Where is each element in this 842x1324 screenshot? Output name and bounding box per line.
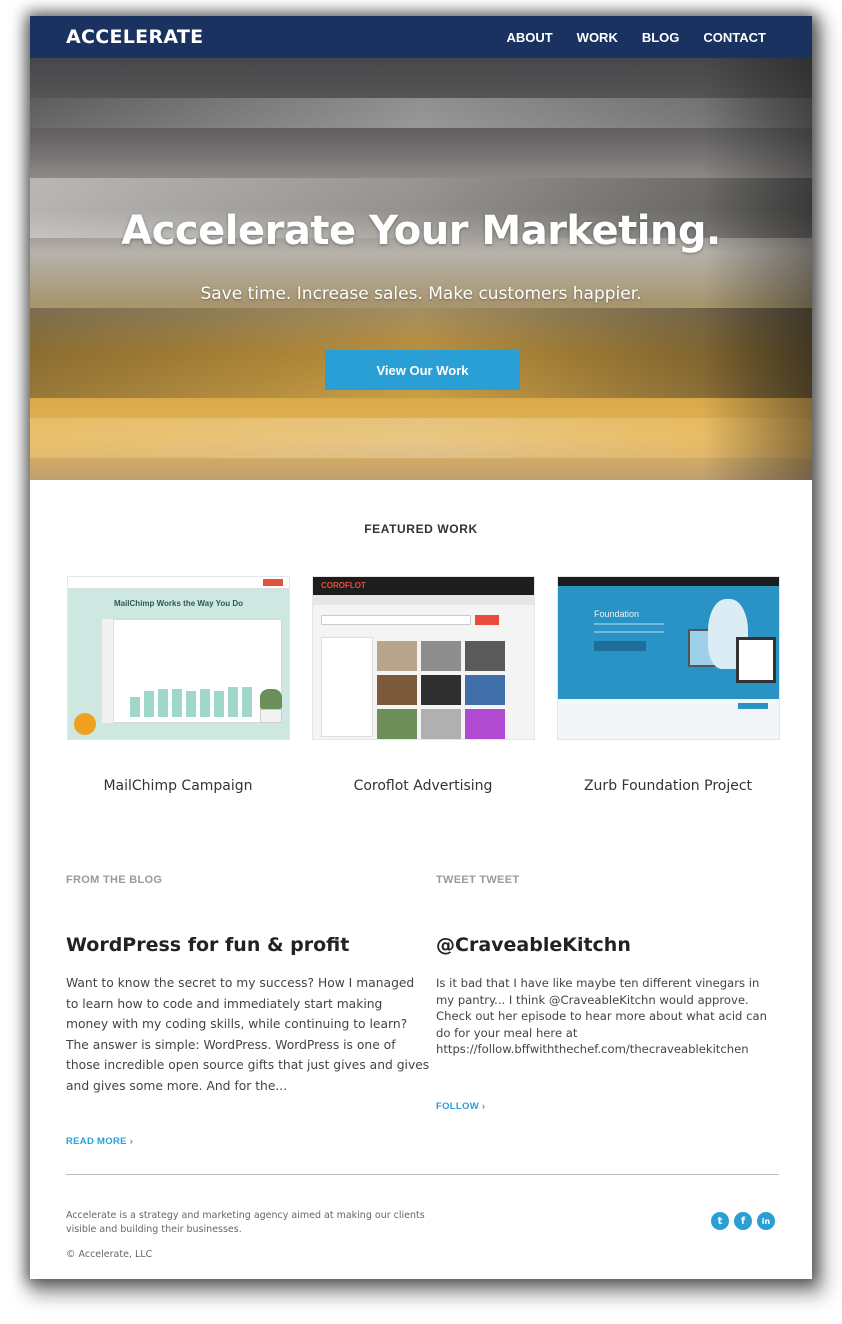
twitter-icon[interactable]: t [711,1212,729,1230]
orange-fruit-image [74,713,96,735]
mock-chart-bar [130,697,140,717]
mock-search-box [321,615,471,625]
coroflot-screenshot[interactable]: COROFLOT [312,576,535,740]
mock-button [594,641,646,651]
nav-about-link[interactable]: ABOUT [506,30,552,45]
work-label-mailchimp[interactable]: MailChimp Campaign [48,778,308,794]
plant-image [260,689,282,709]
mock-search-button [475,615,499,625]
portfolio-thumbnail [421,641,461,671]
nav-work-link[interactable]: WORK [577,30,618,45]
blog-section-label: FROM THE BLOG [66,874,163,886]
hero-banner: Accelerate Your Marketing. Save time. In… [30,58,812,480]
mock-sidebar [102,619,114,723]
tweet-text-line: my pantry... I think @CraveableKitchn wo… [436,992,749,1007]
portfolio-thumbnail [377,641,417,671]
portfolio-thumbnail [465,641,505,671]
footer-divider [66,1174,779,1175]
zurb-foundation-screenshot[interactable]: Foundation [557,576,780,740]
blog-post-title[interactable]: WordPress for fun & profit [66,934,349,956]
tweet-section-label: TWEET TWEET [436,874,520,886]
mock-small-button [738,703,768,709]
tweet-text-line: do for your meal here at [436,1025,578,1040]
mock-topbar [558,577,779,586]
tweet-handle[interactable]: @CraveableKitchn [436,934,631,956]
mock-text-lines [594,623,664,633]
mock-chart-bar [158,689,168,717]
mock-heading: Foundation [594,609,640,619]
work-label-zurb[interactable]: Zurb Foundation Project [538,778,798,794]
mock-category-list [321,637,373,737]
mock-topbar [68,577,289,589]
follow-link[interactable]: FOLLOW › [436,1101,485,1112]
mock-chart-bar [172,689,182,717]
facebook-icon[interactable]: f [734,1212,752,1230]
main-nav: ABOUT WORK BLOG CONTACT [506,30,766,45]
hero-subtitle: Save time. Increase sales. Make customer… [200,284,642,304]
mock-chart-bar [144,691,154,717]
featured-work-heading: FEATURED WORK [364,522,478,536]
coroflot-logo: COROFLOT [321,581,366,590]
portfolio-thumbnail [465,675,505,705]
footer-copyright: © Accelerate, LLC [66,1249,153,1260]
site-logo[interactable]: ACCELERATE [66,26,203,48]
portfolio-thumbnail [377,675,417,705]
mock-chart-bar [186,691,196,717]
blog-excerpt-line: those incredible open source gifts that … [66,1058,430,1072]
mock-chart-bar [200,689,210,717]
blog-excerpt-line: Want to know the secret to my success? H… [66,976,415,990]
portfolio-thumbnail [421,709,461,739]
blog-excerpt-line: The answer is simple: WordPress. WordPre… [66,1037,396,1052]
nav-blog-link[interactable]: BLOG [642,30,680,45]
tweet-text-line: Is it bad that I have like maybe ten dif… [436,976,760,990]
work-label-coroflot[interactable]: Coroflot Advertising [293,778,553,794]
footer-about-line: Accelerate is a strategy and marketing a… [66,1210,425,1221]
hero-title: Accelerate Your Marketing. [121,208,721,254]
tweet-text-line: Check out her episode to hear more about… [436,1009,767,1023]
read-more-link[interactable]: READ MORE › [66,1136,133,1147]
nav-contact-link[interactable]: CONTACT [703,30,766,45]
hero-motion-streak [30,418,812,458]
blog-excerpt-line: and gives some more. And for the... [66,1078,288,1093]
top-navigation-bar: ACCELERATE ABOUT WORK BLOG CONTACT [30,16,812,58]
blog-excerpt: Want to know the secret to my success? H… [66,973,436,1096]
tweet-url-line[interactable]: https://follow.bffwiththechef.com/thecra… [436,1041,786,1058]
hero-shadow [702,58,812,480]
tweet-text: Is it bad that I have like maybe ten dif… [436,975,786,1058]
mock-tabbar [313,595,534,605]
hero-motion-blur-image [30,98,812,128]
mock-heading: MailChimp Works the Way You Do [113,599,244,608]
blog-excerpt-line: money with my coding skills, while conti… [66,1017,408,1031]
portfolio-thumbnail [377,709,417,739]
view-our-work-button[interactable]: View Our Work [325,350,520,390]
browser-page: ACCELERATE ABOUT WORK BLOG CONTACT Accel… [30,16,812,1279]
mock-cta [263,579,283,586]
portfolio-thumbnail [465,709,505,739]
mailchimp-screenshot[interactable]: MailChimp Works the Way You Do [67,576,290,740]
social-links: t f in [711,1212,775,1230]
plant-pot-image [260,709,282,723]
mock-chart-bar [242,687,252,717]
linkedin-icon[interactable]: in [757,1212,775,1230]
mock-tablet [736,637,776,683]
mock-chart-bar [228,687,238,717]
blog-excerpt-line: to learn how to code and immediately sta… [66,996,383,1011]
footer-about-line: visible and building their businesses. [66,1224,242,1235]
mock-chart-bar [214,691,224,717]
portfolio-thumbnail [421,675,461,705]
footer-about-text: Accelerate is a strategy and marketing a… [66,1209,436,1237]
